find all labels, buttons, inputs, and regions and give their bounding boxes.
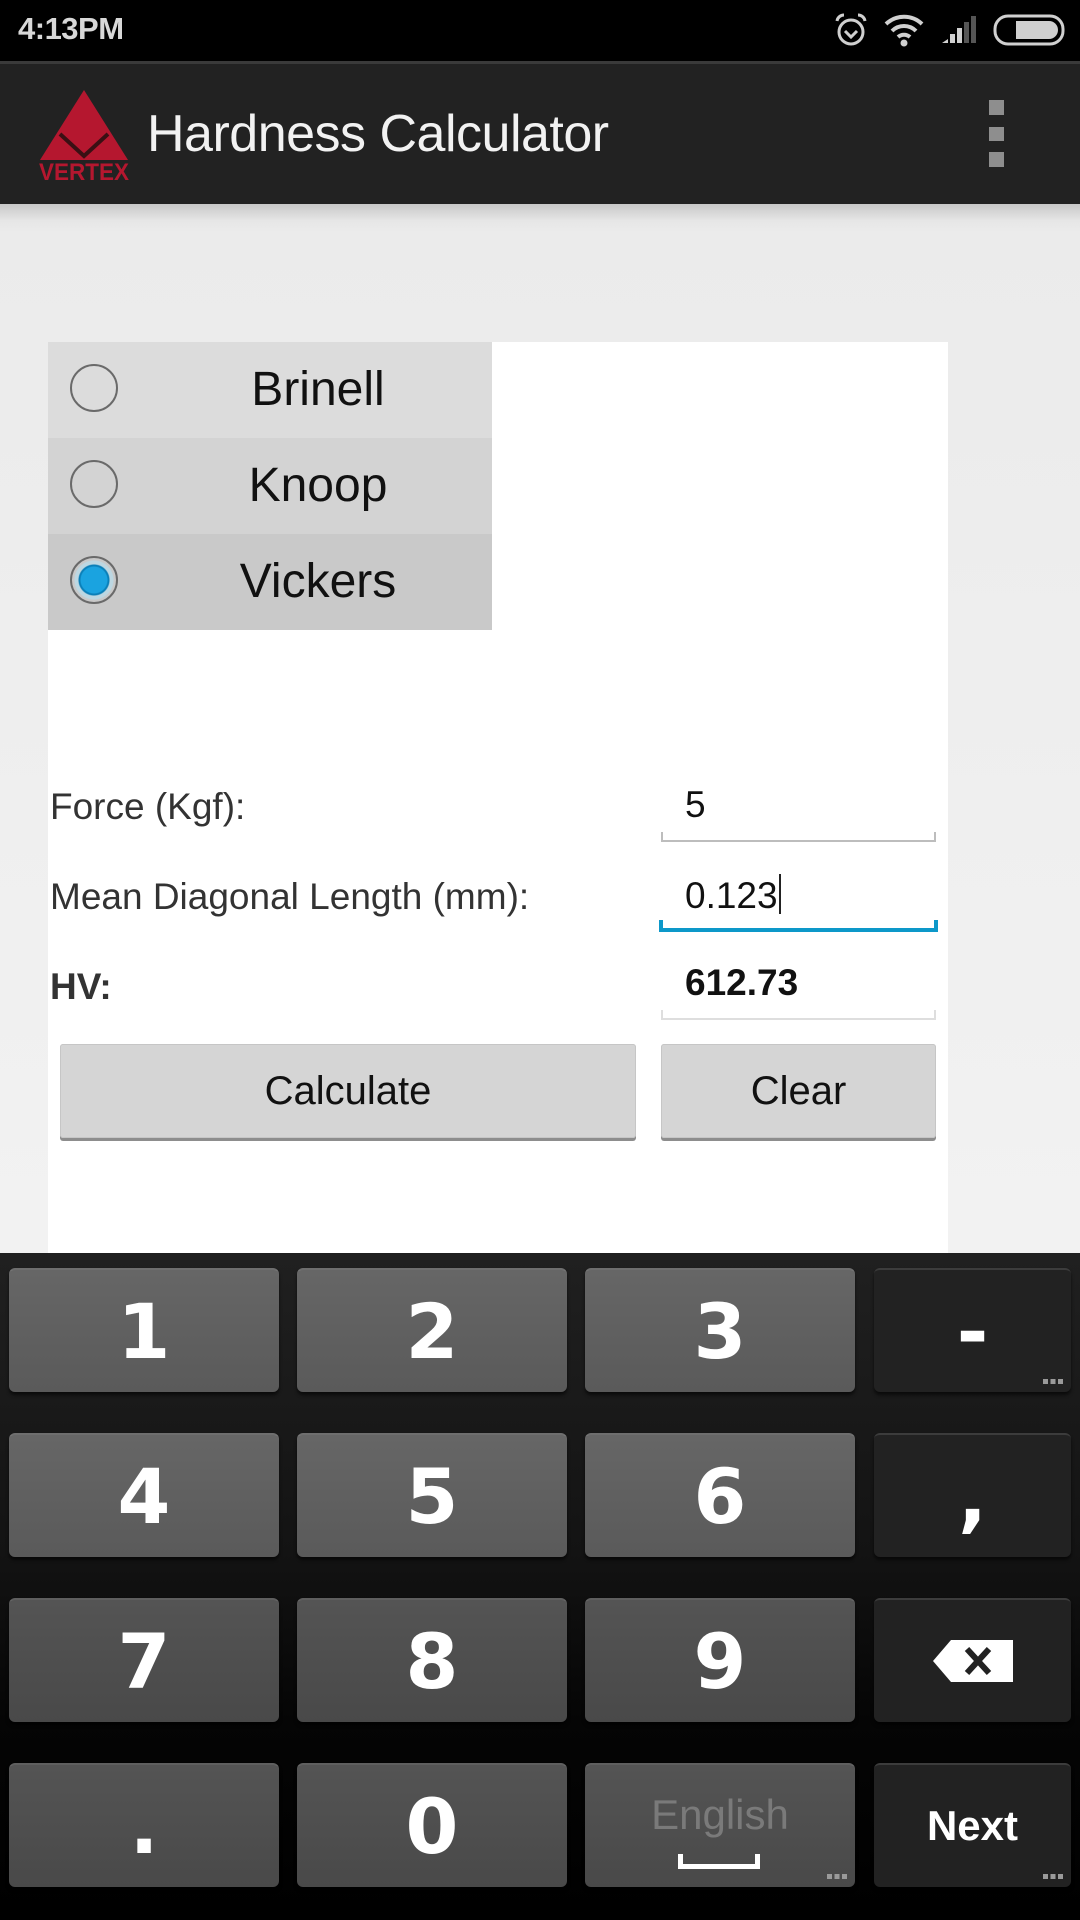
logo-text: VERTEX [39, 159, 129, 182]
key-2[interactable]: 2 [297, 1268, 567, 1392]
radio-option-vickers[interactable]: Vickers [48, 534, 492, 630]
radio-label: Vickers [239, 555, 397, 608]
force-input[interactable]: 5 [661, 780, 936, 842]
signal-icon [942, 16, 976, 43]
key-8[interactable]: 8 [297, 1598, 567, 1722]
key-period[interactable]: . [9, 1763, 279, 1887]
force-input-underline [661, 832, 936, 842]
app-title: Hardness Calculator [147, 105, 609, 163]
key-6[interactable]: 6 [585, 1433, 855, 1557]
text-caret [778, 874, 781, 914]
overflow-dot [989, 100, 1004, 115]
key-5[interactable]: 5 [297, 1433, 567, 1557]
more-options-icon [827, 1874, 847, 1879]
hv-result-value: 612.73 [685, 962, 799, 1003]
hv-label: HV: [50, 966, 112, 1007]
mean-diagonal-value: 0.123 [685, 875, 778, 916]
clear-button[interactable]: Clear [661, 1044, 936, 1138]
key-9[interactable]: 9 [585, 1598, 855, 1722]
force-label: Force (Kgf): [50, 786, 246, 827]
radio-option-brinell[interactable]: Brinell [48, 342, 492, 438]
key-4[interactable]: 4 [9, 1433, 279, 1557]
hv-result-underline [661, 1010, 936, 1020]
radio-option-knoop[interactable]: Knoop [48, 438, 492, 534]
backspace-icon [932, 1640, 1013, 1682]
status-time: 4:13PM [18, 11, 124, 46]
radio-button-icon[interactable] [70, 460, 118, 508]
alarm-icon [835, 13, 867, 46]
radio-button-icon[interactable] [70, 364, 118, 412]
action-bar: VERTEX Hardness Calculator [0, 61, 1080, 204]
mean-diagonal-label: Mean Diagonal Length (mm): [50, 876, 530, 917]
radio-label: Brinell [251, 363, 385, 416]
key-comma[interactable]: , [874, 1433, 1071, 1557]
key-7[interactable]: 7 [9, 1598, 279, 1722]
overflow-dot [989, 152, 1004, 167]
mean-diagonal-value-wrap: 0.123 [685, 874, 781, 917]
mean-diagonal-input[interactable]: 0.123 [659, 870, 938, 932]
key-backspace[interactable] [874, 1598, 1071, 1722]
action-bar-shadow [0, 204, 1080, 232]
hardness-scale-radio-group: Brinell Knoop Vickers [48, 342, 492, 630]
radio-label: Knoop [248, 459, 388, 512]
space-bar-icon [678, 1854, 760, 1869]
space-language-label: English [651, 1791, 789, 1838]
key-minus-label: - [956, 1286, 989, 1376]
key-3[interactable]: 3 [585, 1268, 855, 1392]
battery-icon [993, 14, 1065, 46]
radio-button-selected-icon[interactable] [70, 556, 118, 604]
more-options-icon [1043, 1874, 1063, 1879]
calculate-button[interactable]: Calculate [60, 1044, 636, 1138]
overflow-menu-icon[interactable] [978, 100, 1014, 170]
numeric-keyboard: 1 2 3 - 4 5 6 , 7 8 9 . 0 English Next [0, 1253, 1080, 1920]
wifi-icon [884, 14, 924, 47]
overflow-dot [989, 127, 1004, 141]
next-label: Next [926, 1802, 1019, 1849]
key-minus[interactable]: - [874, 1268, 1071, 1392]
status-bar: 4:13PM [0, 0, 1080, 61]
key-space[interactable]: English [585, 1763, 855, 1887]
key-0[interactable]: 0 [297, 1763, 567, 1887]
force-value: 5 [685, 784, 706, 825]
vertex-logo: VERTEX [39, 90, 129, 182]
key-next[interactable]: Next [874, 1763, 1071, 1887]
hv-result-field: 612.73 [661, 958, 936, 1020]
more-options-icon [1043, 1379, 1063, 1384]
key-1[interactable]: 1 [9, 1268, 279, 1392]
mean-diagonal-input-underline [659, 920, 938, 932]
